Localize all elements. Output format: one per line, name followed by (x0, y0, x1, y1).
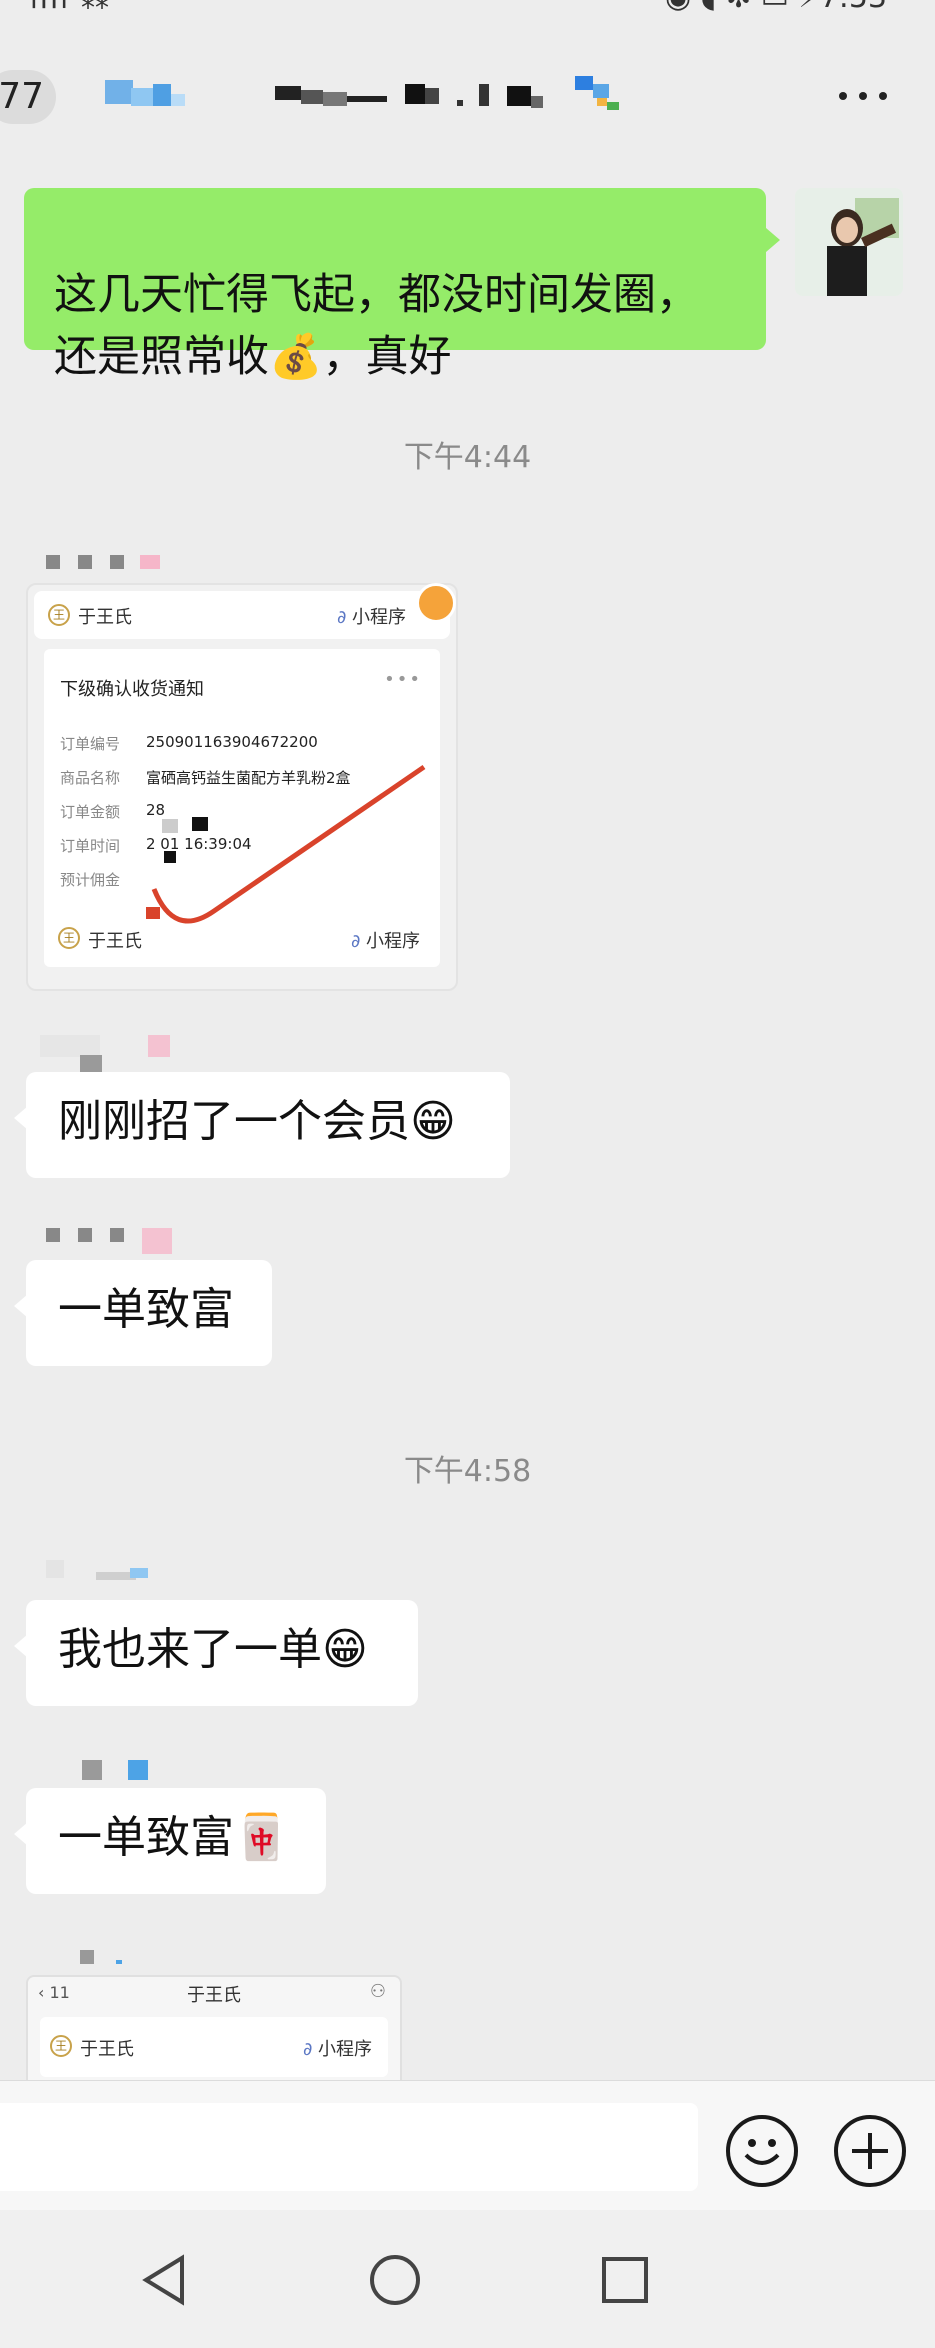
mini-program-card[interactable]: 王 于王氏 ∂ 小程序 下级确认收货通知 ••• 订单编号 2509011639… (26, 583, 458, 991)
message-bubble[interactable]: 我也来了一单😁 (14, 1600, 418, 1706)
link-icon: ∂ (336, 607, 352, 628)
status-bar: ıIIl ⁂ ◉ ◖ ✻ ▭ ⚡7:53 (0, 0, 935, 18)
notification-badge-icon (416, 583, 456, 623)
link-icon: ∂ (350, 931, 366, 952)
group-title-mosaic (105, 76, 619, 110)
input-bar (0, 2080, 935, 2210)
sender-name-pixelated (82, 1760, 282, 1780)
avatar-photo (795, 188, 903, 296)
emoji-face-icon[interactable] (726, 2115, 798, 2187)
nav-back-triangle-icon[interactable] (142, 2254, 184, 2306)
card-brand: 于王氏 (78, 607, 132, 628)
mini-program-tag: ∂ 小程序 (351, 927, 420, 953)
message-bubble[interactable]: 刚刚招了一个会员😁 (14, 1072, 510, 1178)
plus-circle-icon[interactable] (834, 2115, 906, 2187)
card2-brand: 于王氏 (80, 2039, 134, 2060)
sender-name-pixelated (46, 555, 246, 575)
signal-icon: ıIIl ⁂ (30, 0, 111, 15)
self-message-text: 这几天忙得飞起，都没时间发圈， 还是照常收💰，真好 (54, 270, 699, 382)
chat-scroll-area[interactable]: 这几天忙得飞起，都没时间发圈， 还是照常收💰，真好 下午4:44 王 于王氏 ∂… (0, 140, 935, 2080)
brand-logo-icon: 王 (58, 927, 80, 949)
plus-glyph (852, 2133, 888, 2169)
timestamp: 下午4:44 (403, 440, 532, 475)
status-icons: ◉ ◖ ✻ ▭ ⚡7:53 (665, 0, 887, 15)
message-text: 一单致富 (58, 1284, 234, 1335)
mini-program-tag-label: 小程序 (352, 607, 406, 628)
mini-program-card-footer: 王 于王氏 ∂ 小程序 (44, 911, 440, 967)
card2-nav-title: 于王氏 (187, 1985, 241, 2006)
self-avatar[interactable] (795, 188, 903, 296)
nav-home-circle-icon[interactable] (370, 2255, 420, 2305)
link-icon: ∂ (302, 2039, 318, 2060)
self-message-bubble[interactable]: 这几天忙得飞起，都没时间发圈， 还是照常收💰，真好 (24, 188, 780, 382)
system-nav-bar (0, 2210, 935, 2348)
chat-header: 77 (0, 60, 935, 140)
timestamp: 下午4:58 (403, 1454, 532, 1489)
mini-program-card-body: 下级确认收货通知 ••• 订单编号 2509011639​04672200 商品… (44, 649, 440, 967)
sender-name-pixelated (80, 1950, 280, 1970)
brand-logo-icon: 王 (48, 604, 70, 626)
nav-recent-square-icon[interactable] (602, 2257, 648, 2303)
group-title-pixelated (105, 74, 665, 120)
card-footer-brand: 于王氏 (88, 931, 142, 952)
sender-name-pixelated (46, 1228, 246, 1254)
message-bubble[interactable]: 一单致富🀄 (14, 1788, 326, 1894)
message-text: 一单致富🀄 (58, 1812, 289, 1863)
mini-program-tag-label: 小程序 (366, 931, 420, 952)
mini-program-tag: ∂ 小程序 (303, 2035, 372, 2061)
more-dots-icon[interactable] (833, 80, 893, 110)
sender-name-pixelated (40, 1035, 240, 1073)
message-input[interactable] (0, 2103, 698, 2191)
mini-program-tag: ∂ 小程序 (337, 603, 406, 629)
mini-program-tag-label: 小程序 (318, 2039, 372, 2060)
message-text: 刚刚招了一个会员😁 (58, 1096, 456, 1147)
message-bubble[interactable]: 一单致富 (14, 1260, 272, 1366)
message-text: 我也来了一单😁 (58, 1624, 368, 1675)
nav-buttons (142, 2254, 648, 2306)
mini-program-card-header: 王 于王氏 ∂ 小程序 (34, 583, 456, 639)
back-unread-badge[interactable]: 77 (0, 70, 56, 124)
profile-icon: ⚇ (369, 1981, 386, 2002)
mini-program-card-preview[interactable]: ‹ 11 于王氏 ⚇ 王 于王氏 ∂ 小程序 (26, 1975, 402, 2080)
sender-name-pixelated (46, 1560, 246, 1580)
emoji-face-glyph (744, 2139, 780, 2165)
brand-logo-icon: 王 (50, 2035, 72, 2057)
card2-body: 王 于王氏 ∂ 小程序 (40, 2017, 388, 2077)
